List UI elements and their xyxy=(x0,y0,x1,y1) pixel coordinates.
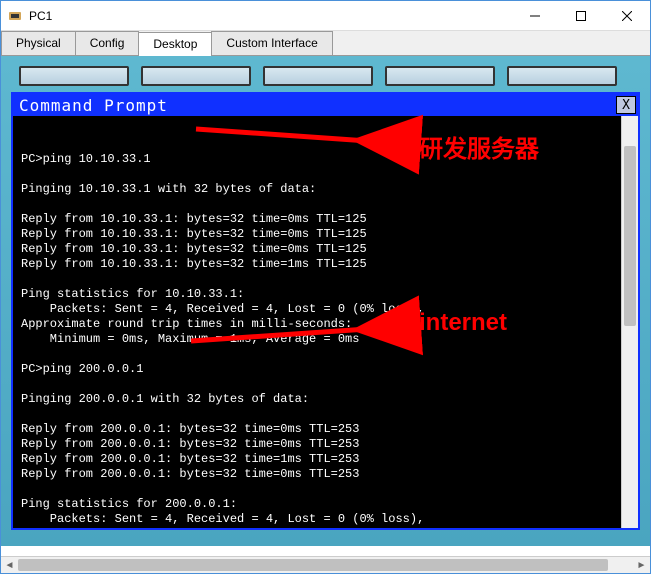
desktop-area: Command Prompt X PC>ping 10.10.33.1 Ping… xyxy=(1,56,650,546)
terminal-line: Packets: Sent = 4, Received = 4, Lost = … xyxy=(21,302,630,317)
terminal-line xyxy=(21,272,630,287)
window-title: PC1 xyxy=(29,9,512,23)
terminal-line: Approximate round trip times in milli-se… xyxy=(21,527,630,528)
maximize-button[interactable] xyxy=(558,1,604,31)
terminal-line: Approximate round trip times in milli-se… xyxy=(21,317,630,332)
terminal-line xyxy=(21,407,630,422)
tab-physical[interactable]: Physical xyxy=(1,31,76,55)
scrollbar-track[interactable] xyxy=(18,557,633,573)
app-window: PC1 Physical Config Desktop Custom Inter… xyxy=(0,0,651,574)
terminal-line: Reply from 200.0.0.1: bytes=32 time=0ms … xyxy=(21,467,630,482)
desktop-icon-row xyxy=(11,64,640,92)
terminal-line: Reply from 200.0.0.1: bytes=32 time=0ms … xyxy=(21,422,630,437)
command-prompt-close-button[interactable]: X xyxy=(616,96,636,114)
command-prompt-title: Command Prompt xyxy=(13,96,616,115)
terminal-line: Reply from 200.0.0.1: bytes=32 time=1ms … xyxy=(21,452,630,467)
command-prompt-window: Command Prompt X PC>ping 10.10.33.1 Ping… xyxy=(11,92,640,530)
app-icon xyxy=(7,8,23,24)
scrollbar-thumb[interactable] xyxy=(624,146,636,326)
terminal-line: PC>ping 200.0.0.1 xyxy=(21,362,630,377)
horizontal-scrollbar[interactable]: ◄ ► xyxy=(1,556,650,573)
tab-config[interactable]: Config xyxy=(75,31,140,55)
desktop-app-icon[interactable] xyxy=(263,66,373,86)
terminal-line: Reply from 10.10.33.1: bytes=32 time=0ms… xyxy=(21,212,630,227)
terminal-line: Pinging 10.10.33.1 with 32 bytes of data… xyxy=(21,182,630,197)
terminal-line: PC>ping 10.10.33.1 xyxy=(21,152,630,167)
terminal-line: Reply from 10.10.33.1: bytes=32 time=1ms… xyxy=(21,257,630,272)
terminal-line: Minimum = 0ms, Maximum = 1ms, Average = … xyxy=(21,332,630,347)
desktop-app-icon[interactable] xyxy=(19,66,129,86)
terminal-line: Reply from 10.10.33.1: bytes=32 time=0ms… xyxy=(21,242,630,257)
terminal-line: Ping statistics for 200.0.0.1: xyxy=(21,497,630,512)
terminal-line xyxy=(21,377,630,392)
titlebar: PC1 xyxy=(1,1,650,31)
terminal-line xyxy=(21,197,630,212)
vertical-scrollbar[interactable] xyxy=(621,116,638,528)
maximize-icon xyxy=(576,11,586,21)
close-button[interactable] xyxy=(604,1,650,31)
desktop-app-icon[interactable] xyxy=(385,66,495,86)
command-prompt-body[interactable]: PC>ping 10.10.33.1 Pinging 10.10.33.1 wi… xyxy=(13,116,638,528)
window-controls xyxy=(512,1,650,31)
terminal-line xyxy=(21,482,630,497)
tab-custom[interactable]: Custom Interface xyxy=(211,31,332,55)
minimize-icon xyxy=(530,11,540,21)
terminal-line: Reply from 10.10.33.1: bytes=32 time=0ms… xyxy=(21,227,630,242)
desktop-app-icon[interactable] xyxy=(141,66,251,86)
desktop-app-icon[interactable] xyxy=(507,66,617,86)
scrollbar-thumb[interactable] xyxy=(18,559,608,571)
scroll-right-arrow-icon[interactable]: ► xyxy=(633,557,650,574)
close-icon xyxy=(622,11,632,21)
minimize-button[interactable] xyxy=(512,1,558,31)
terminal-line: Pinging 200.0.0.1 with 32 bytes of data: xyxy=(21,392,630,407)
terminal-line: Packets: Sent = 4, Received = 4, Lost = … xyxy=(21,512,630,527)
tab-desktop[interactable]: Desktop xyxy=(138,32,212,56)
terminal-line xyxy=(21,167,630,182)
tab-bar: Physical Config Desktop Custom Interface xyxy=(1,31,650,56)
terminal-line: Reply from 200.0.0.1: bytes=32 time=0ms … xyxy=(21,437,630,452)
command-prompt-titlebar: Command Prompt X xyxy=(13,94,638,116)
scroll-left-arrow-icon[interactable]: ◄ xyxy=(1,557,18,574)
terminal-line xyxy=(21,347,630,362)
terminal-line: Ping statistics for 10.10.33.1: xyxy=(21,287,630,302)
